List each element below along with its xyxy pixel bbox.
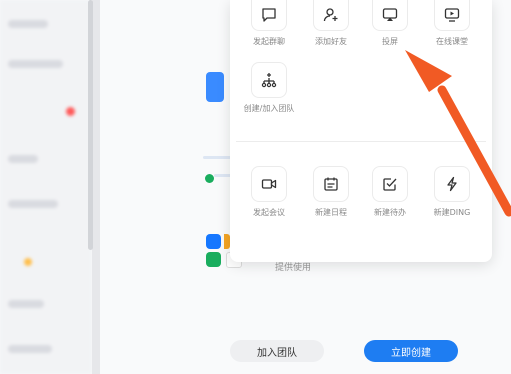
create-now-button[interactable]: 立即创建 [364,340,458,362]
annotation-arrow-icon [405,50,511,217]
join-team-button[interactable]: 加入团队 [230,340,324,362]
